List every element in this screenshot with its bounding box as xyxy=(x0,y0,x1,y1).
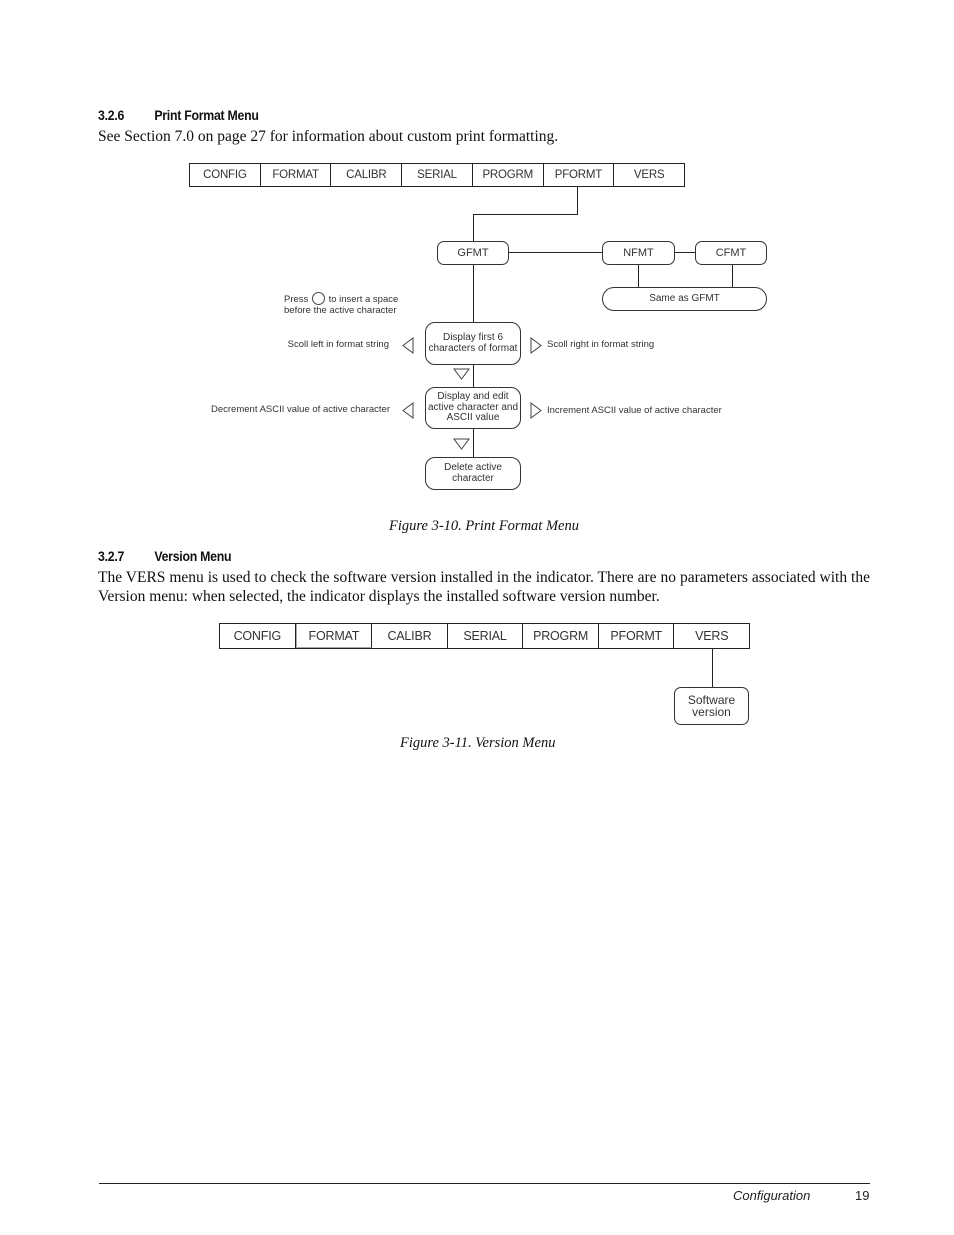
figure-caption-3-11: Figure 3-11. Version Menu xyxy=(400,735,556,751)
connector-line xyxy=(473,428,474,458)
menu-bar-fig-3-10: CONFIG FORMAT CALIBR SERIAL PROGRM PFORM… xyxy=(189,163,685,187)
menu-bar-fig-3-11: CONFIG FORMAT CALIBR SERIAL PROGRM PFORM… xyxy=(219,623,750,649)
right-arrow-icon xyxy=(530,337,542,354)
section-title: Version Menu xyxy=(154,548,232,564)
connector-line xyxy=(712,649,713,687)
menu-item-config: CONFIG xyxy=(190,164,261,186)
menu-item-progrm: PROGRM xyxy=(523,624,599,648)
press-note: Press to insert a space xyxy=(284,292,398,306)
footer-section: Configuration xyxy=(733,1188,811,1203)
menu-item-serial: SERIAL xyxy=(448,624,524,648)
menu-item-calibr: CALIBR xyxy=(331,164,403,186)
press-prefix: Press xyxy=(284,294,309,305)
connector-line xyxy=(473,214,578,215)
right-arrow-icon xyxy=(530,402,542,419)
page-number: 19 xyxy=(855,1188,870,1203)
node-display-edit: Display and edit active character and AS… xyxy=(425,387,521,429)
scroll-left-note: Scoll left in format string xyxy=(287,339,389,350)
left-arrow-icon xyxy=(402,402,414,419)
node-nfmt: NFMT xyxy=(602,241,675,265)
menu-item-vers: VERS xyxy=(633,169,665,181)
node-gfmt: GFMT xyxy=(437,241,509,265)
menu-item-pformt: PFORMT xyxy=(544,164,615,186)
menu-item-vers: VERS xyxy=(695,629,729,643)
section-number: 3.2.6 xyxy=(98,107,125,123)
section-heading-3-2-6: 3.2.6 Print Format Menu xyxy=(98,107,259,123)
connector-line xyxy=(473,264,474,323)
press-note-line2: before the active character xyxy=(284,305,397,316)
menu-item-format: FORMAT xyxy=(295,624,373,648)
section-body: The VERS menu is used to check the softw… xyxy=(98,569,870,605)
node-same-as-gfmt: Same as GFMT xyxy=(602,287,767,311)
connector-line xyxy=(473,364,474,388)
connector-line xyxy=(732,264,733,287)
menu-item-serial: SERIAL xyxy=(402,164,473,186)
figure-caption-3-10: Figure 3-10. Print Format Menu xyxy=(389,518,579,534)
connector-line xyxy=(508,252,603,253)
down-arrow-icon xyxy=(453,438,470,450)
scroll-right-note: Scoll right in format string xyxy=(547,339,655,350)
menu-item-calibr: CALIBR xyxy=(372,624,448,648)
node-delete-active: Delete active character xyxy=(425,457,521,490)
left-arrow-icon xyxy=(402,337,414,354)
decrement-note: Decrement ASCII value of active characte… xyxy=(211,404,390,415)
node-software-version: Software version xyxy=(674,687,749,725)
connector-line xyxy=(473,214,474,241)
round-button-icon xyxy=(311,292,325,305)
connector-line xyxy=(638,264,639,287)
menu-item-config: CONFIG xyxy=(220,624,296,648)
menu-item-pformt: PFORMT xyxy=(599,624,675,648)
node-display-first-6: Display first 6 characters of format xyxy=(425,322,521,365)
section-heading-3-2-7: 3.2.7 Version Menu xyxy=(98,548,232,564)
menu-item-format: FORMAT xyxy=(261,164,332,186)
section-number: 3.2.7 xyxy=(98,548,125,564)
increment-note: Increment ASCII value of active characte… xyxy=(547,405,722,416)
down-arrow-icon xyxy=(453,368,470,380)
connector-line xyxy=(674,252,696,253)
connector-line xyxy=(577,187,578,215)
press-suffix: to insert a space xyxy=(328,294,399,305)
menu-item-progrm: PROGRM xyxy=(473,164,544,186)
section-body: See Section 7.0 on page 27 for informati… xyxy=(98,128,559,145)
node-cfmt: CFMT xyxy=(695,241,767,265)
footer-rule xyxy=(99,1183,870,1184)
section-title: Print Format Menu xyxy=(154,107,259,123)
